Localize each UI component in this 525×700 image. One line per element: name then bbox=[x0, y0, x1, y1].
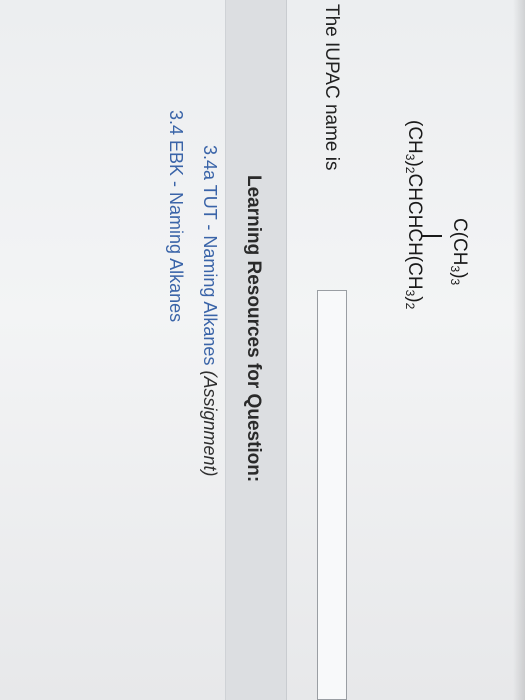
resource-link-tutorial-suffix: (Assignment) bbox=[200, 370, 220, 477]
iupac-name-input[interactable] bbox=[317, 290, 347, 700]
learning-resources-title: Learning Resources for Question: bbox=[243, 175, 264, 483]
resource-link-tutorial-label: 3.4a TUT - Naming Alkanes bbox=[200, 145, 220, 366]
resource-link-tutorial[interactable]: 3.4a TUT - Naming Alkanes (Assignment) bbox=[199, 145, 220, 477]
question-screen: C(CH3)3 (CH3)2CHCHCH(CH3)2 The IUPAC nam… bbox=[0, 0, 525, 700]
structure-main-chain: (CH3)2CHCHCH(CH3)2 bbox=[403, 120, 425, 310]
learning-resources-panel: Learning Resources for Question: 3.4a TU… bbox=[0, 0, 287, 700]
resource-link-ebook[interactable]: 3.4 EBK - Naming Alkanes bbox=[165, 110, 186, 322]
structure-top-group: C(CH3)3 bbox=[448, 218, 470, 286]
structure-bond-line bbox=[422, 235, 442, 237]
answer-row: The IUPAC name is bbox=[313, 0, 347, 700]
resource-link-ebook-label: 3.4 EBK - Naming Alkanes bbox=[166, 110, 186, 323]
prompt-label: The IUPAC name is bbox=[321, 4, 342, 171]
learning-resources-header: Learning Resources for Question: bbox=[225, 0, 286, 700]
